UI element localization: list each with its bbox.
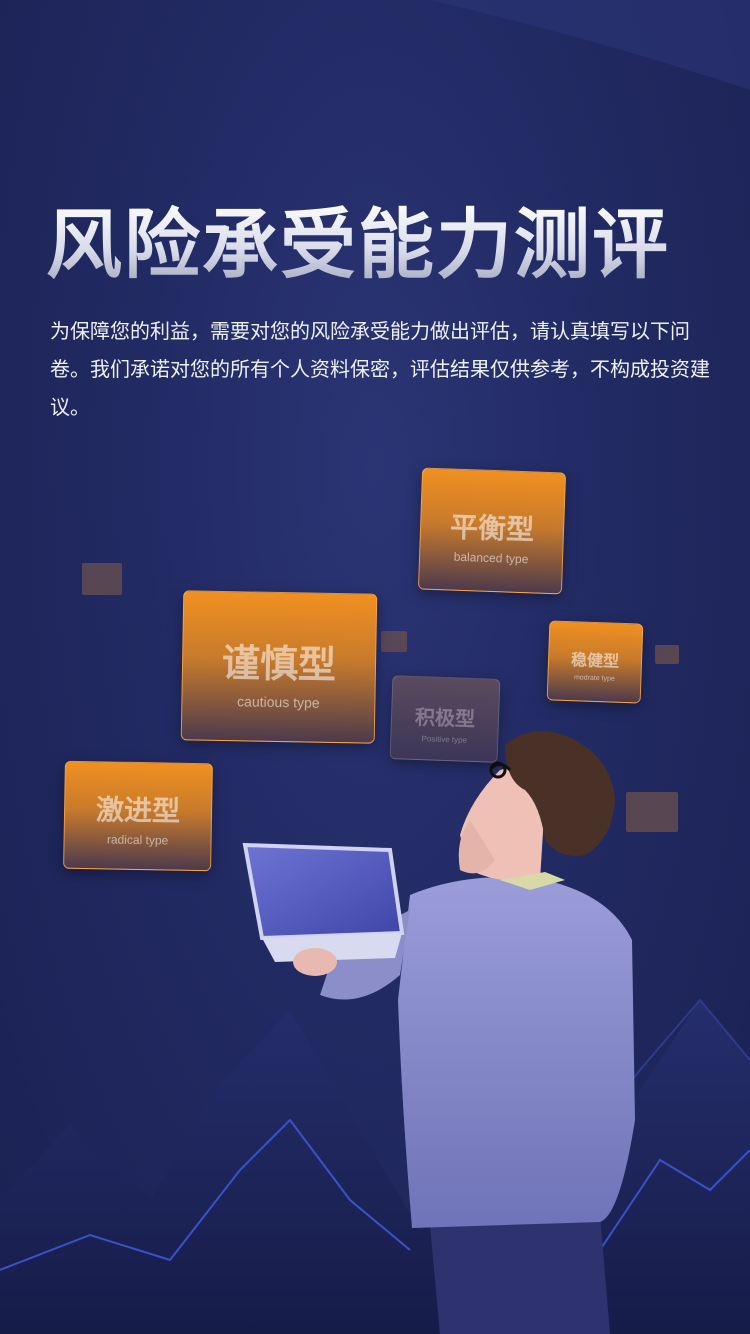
card-radical-en: radical type bbox=[106, 832, 169, 848]
page-title: 风险承受能力测评 bbox=[46, 200, 706, 290]
card-radical-cn: 激进型 bbox=[95, 793, 181, 828]
decor-square bbox=[381, 631, 407, 652]
card-positive-en: Positive type bbox=[421, 734, 468, 745]
card-cautious-cn: 谨慎型 bbox=[221, 641, 337, 687]
card-moderate-cn: 稳健型 bbox=[570, 650, 620, 671]
decor-square bbox=[82, 563, 122, 595]
card-cautious-en: cautious type bbox=[237, 693, 320, 711]
intro-text: 为保障您的利益，需要对您的风险承受能力做出评估，请认真填写以下问卷。我们承诺对您… bbox=[50, 319, 710, 419]
card-moderate-en: modrate type bbox=[573, 674, 615, 683]
card-moderate-type: 稳健型 modrate type bbox=[546, 620, 644, 704]
decor-square bbox=[626, 792, 678, 832]
risk-assessment-intro-page: 风险承受能力测评 为保障您的利益，需要对您的风险承受能力做出评估，请认真填写以下… bbox=[0, 0, 750, 1334]
decor-square bbox=[655, 645, 679, 664]
card-cautious-type: 谨慎型 cautious type bbox=[180, 590, 378, 744]
card-balanced-cn: 平衡型 bbox=[449, 510, 535, 547]
card-positive-type: 积极型 Positive type bbox=[389, 675, 501, 763]
card-balanced-type: 平衡型 balanced type bbox=[417, 467, 567, 595]
card-positive-cn: 积极型 bbox=[414, 704, 476, 732]
card-radical-type: 激进型 radical type bbox=[63, 760, 213, 872]
card-balanced-en: balanced type bbox=[453, 549, 529, 567]
